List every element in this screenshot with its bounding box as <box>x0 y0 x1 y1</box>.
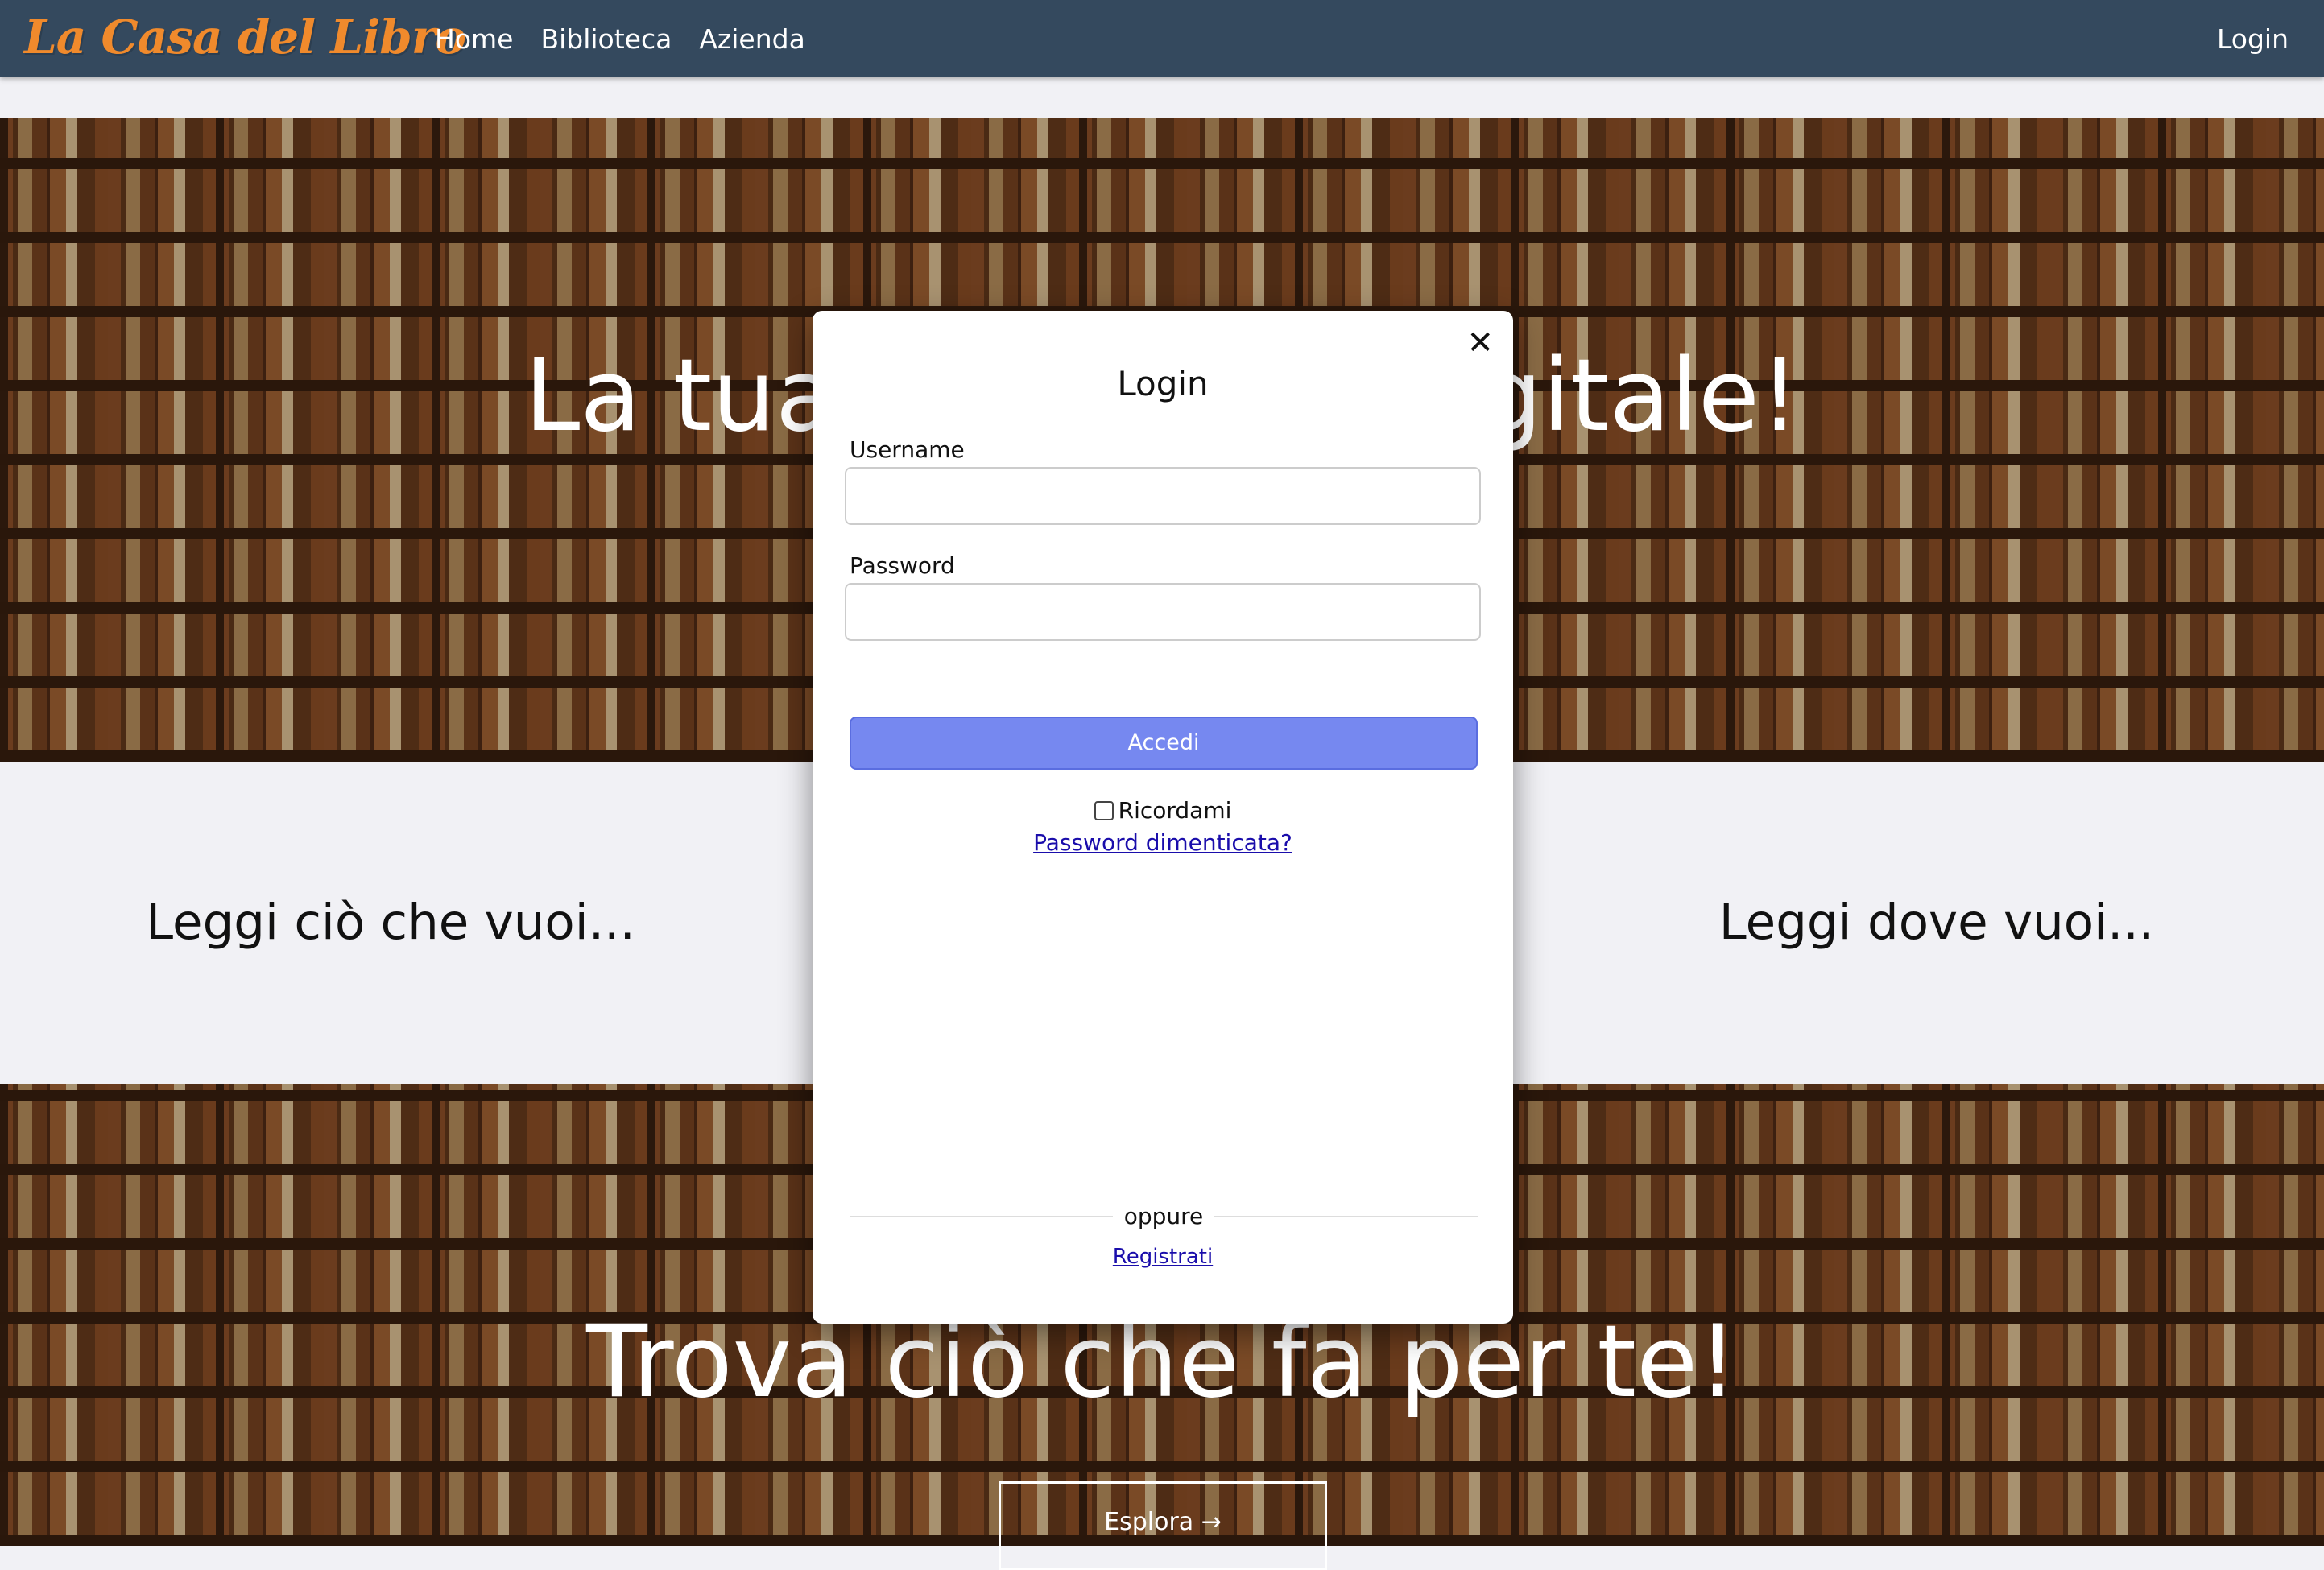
password-input[interactable] <box>845 583 1481 641</box>
remember-me-checkbox[interactable] <box>1094 801 1114 820</box>
divider-line-left <box>850 1215 1113 1217</box>
register-link[interactable]: Registrati <box>1113 1245 1213 1269</box>
divider-text: oppure <box>1123 1203 1204 1229</box>
username-input[interactable] <box>845 467 1481 525</box>
login-modal: ✕ Login Username Password Accedi Ricorda… <box>813 311 1513 1324</box>
password-label: Password <box>850 552 955 579</box>
modal-overlay: ✕ Login Username Password Accedi Ricorda… <box>0 0 2324 1546</box>
modal-title: Login <box>1117 364 1209 403</box>
remember-me: Ricordami <box>813 797 1513 824</box>
or-divider: oppure <box>850 1203 1478 1229</box>
login-submit-button[interactable]: Accedi <box>850 717 1478 770</box>
register: Registrati <box>813 1245 1513 1269</box>
username-label: Username <box>850 436 965 463</box>
remember-me-label[interactable]: Ricordami <box>1119 797 1232 824</box>
close-icon[interactable]: ✕ <box>1466 327 1494 359</box>
forgot-password-link[interactable]: Password dimenticata? <box>1033 829 1292 856</box>
forgot-password: Password dimenticata? <box>813 829 1513 856</box>
divider-line-right <box>1214 1215 1478 1217</box>
